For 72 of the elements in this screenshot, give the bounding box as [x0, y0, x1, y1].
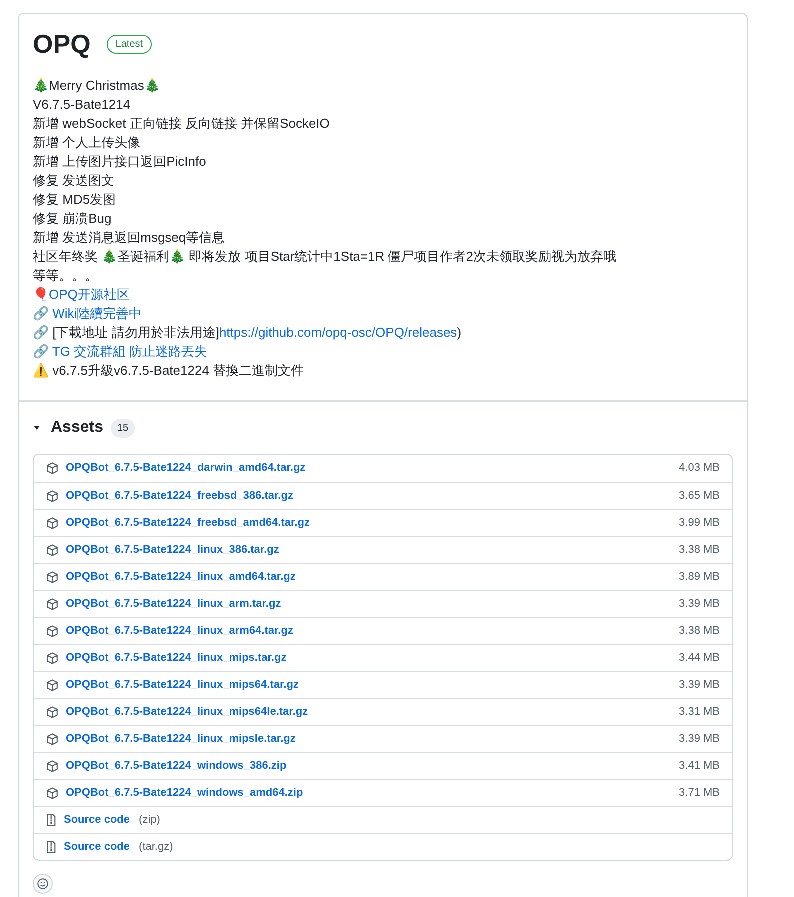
asset-link[interactable]: OPQBot_6.7.5-Bate1224_linux_mips64.tar.gz — [66, 676, 299, 694]
release-note-line: 🎈OPQ开源社区 — [33, 286, 131, 304]
package-icon — [46, 652, 59, 664]
asset-size: 3.41 MB — [679, 758, 720, 774]
asset-link[interactable]: OPQBot_6.7.5-Bate1224_linux_arm64.tar.gz — [66, 622, 294, 640]
release-note-line: 新增 发送消息返回msgseq等信息 — [33, 229, 226, 247]
asset-size: 3.39 MB — [679, 596, 720, 612]
zip-file-icon — [46, 814, 57, 826]
asset-size: 3.39 MB — [679, 678, 720, 693]
release-title: OPQ — [33, 31, 91, 57]
note-link[interactable]: TG 交流群組 防止迷路丟失 — [52, 344, 208, 359]
note-link[interactable]: OPQ开源社区 — [49, 287, 130, 302]
asset-size: 3.71 MB — [679, 786, 720, 801]
note-link[interactable]: Wiki陸續完善中 — [52, 306, 142, 321]
asset-link[interactable]: OPQBot_6.7.5-Bate1224_linux_386.tar.gz — [66, 542, 280, 558]
release-note-line: 🔗 TG 交流群組 防止迷路丟失 — [33, 343, 209, 361]
package-icon — [46, 462, 59, 475]
asset-link[interactable]: OPQBot_6.7.5-Bate1224_darwin_amd64.tar.gz — [66, 460, 306, 477]
smiley-icon — [37, 878, 49, 890]
release-note-line: 修复 发送图文 — [33, 172, 116, 190]
assets-count: 15 — [111, 418, 135, 438]
release-note-line: 社区年终奖 🎄圣诞福利🎄 即将发放 项目Star统计中1Sta=1R 僵尸项目作者2次未领取奖励视为放弃哦 — [33, 248, 618, 266]
asset-link[interactable]: OPQBot_6.7.5-Bate1224_windows_386.zip — [66, 758, 287, 774]
release-note-line: 新增 个人上传头像 — [33, 134, 142, 152]
asset-size: 3.39 MB — [679, 732, 720, 747]
asset-size: 3.99 MB — [679, 516, 720, 531]
archive-format: (tar.gz) — [139, 840, 174, 855]
note-link[interactable]: https://github.com/opq-osc/OPQ/releases — [219, 325, 458, 340]
package-icon — [46, 570, 59, 584]
asset-link[interactable]: OPQBot_6.7.5-Bate1224_linux_amd64.tar.gz — [66, 568, 296, 586]
release-note-line: 新增 webSocket 正向链接 反向链接 并保留SockeIO — [33, 115, 331, 133]
package-icon — [46, 624, 59, 638]
package-icon — [46, 678, 59, 692]
source-code-link[interactable]: Source code — [64, 812, 130, 828]
latest-badge: Latest — [106, 34, 152, 54]
archive-format: (zip) — [139, 812, 160, 828]
source-code-link[interactable]: Source code — [64, 838, 130, 856]
asset-size: 3.65 MB — [679, 488, 720, 504]
package-icon — [46, 760, 59, 772]
asset-size: 3.31 MB — [679, 704, 720, 720]
package-icon — [46, 706, 59, 718]
release-note-line: 🔗 Wiki陸續完善中 — [33, 305, 144, 323]
release-note-line: 新增 上传图片接口返回PicInfo — [33, 153, 208, 171]
package-icon — [46, 544, 59, 556]
asset-link[interactable]: OPQBot_6.7.5-Bate1224_linux_mipsle.tar.gz — [66, 730, 296, 748]
asset-link[interactable]: OPQBot_6.7.5-Bate1224_linux_arm.tar.gz — [66, 596, 282, 612]
release-note-line: 修复 MD5发图 — [33, 191, 118, 209]
add-reaction-button[interactable] — [33, 874, 53, 894]
asset-link[interactable]: OPQBot_6.7.5-Bate1224_linux_mips.tar.gz — [66, 650, 287, 666]
release-note-line: ⚠ v6.7.5升級v6.7.5-Bate1224 替換二進制文件 — [33, 362, 306, 380]
assets-heading[interactable]: Assets — [51, 416, 104, 440]
zip-file-icon — [46, 840, 57, 854]
asset-link[interactable]: OPQBot_6.7.5-Bate1224_linux_mips64le.tar.gz — [66, 704, 308, 720]
package-icon — [46, 598, 59, 610]
asset-size: 3.38 MB — [679, 542, 720, 558]
asset-size: 3.89 MB — [679, 570, 720, 585]
asset-size: 3.44 MB — [679, 650, 720, 666]
release-note-line: 🔗 [下載地址 請勿用於非法用途]https://github.com/opq-osc/OPQ/releases) — [33, 324, 463, 342]
release-note-line: 等等。。。 — [33, 267, 99, 285]
package-icon — [46, 786, 59, 800]
package-icon — [46, 490, 59, 502]
release-note-line: V6.7.5-Bate1214 — [33, 96, 132, 114]
asset-link[interactable]: OPQBot_6.7.5-Bate1224_freebsd_386.tar.gz — [66, 488, 294, 504]
release-note-line: 修复 崩溃Bug — [33, 210, 113, 228]
package-icon — [46, 516, 59, 530]
asset-link[interactable]: OPQBot_6.7.5-Bate1224_windows_amd64.zip — [66, 784, 304, 802]
package-icon — [46, 732, 59, 746]
asset-size: 4.03 MB — [679, 461, 720, 476]
caret-down-icon[interactable] — [33, 424, 41, 432]
asset-size: 3.38 MB — [679, 624, 720, 639]
release-note-line: 🎄Merry Christmas🎄 — [33, 77, 162, 95]
asset-link[interactable]: OPQBot_6.7.5-Bate1224_freebsd_amd64.tar.gz — [66, 514, 310, 532]
